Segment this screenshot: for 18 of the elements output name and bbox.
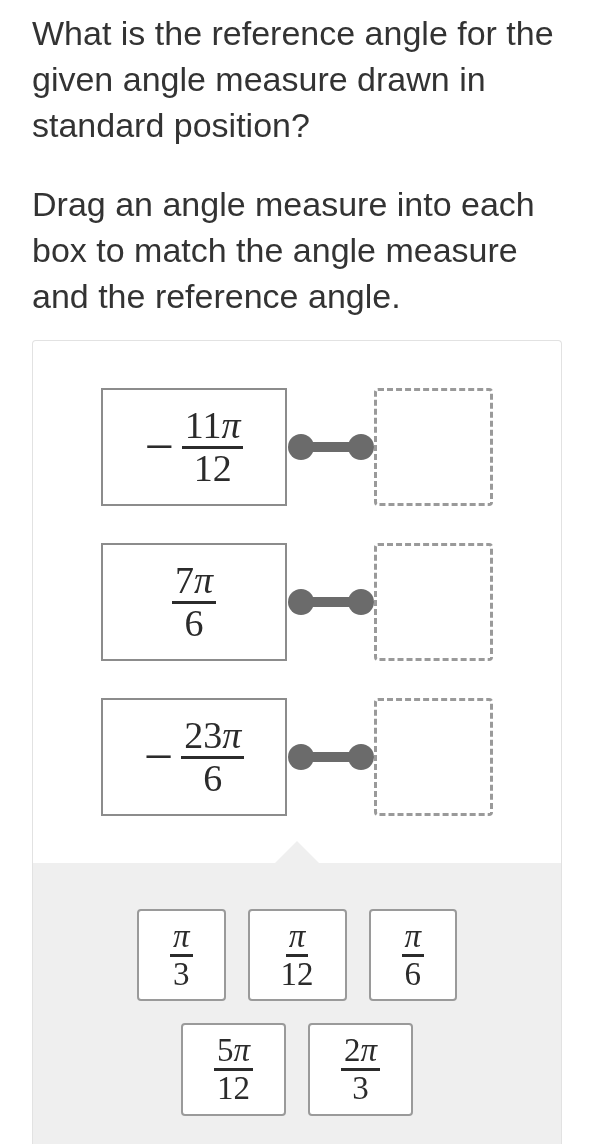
instruction-text: Drag an angle measure into each box to match the angle measure and the reference angle.	[32, 184, 536, 317]
answer-tile[interactable]: π 12	[247, 909, 347, 1002]
fraction-numerator: 7π	[171, 560, 216, 604]
fraction-denominator: 12	[193, 448, 232, 489]
answer-box[interactable]	[374, 698, 493, 816]
answer-tile[interactable]: 2π 3	[308, 1023, 414, 1116]
fraction-denominator: 6	[184, 603, 204, 644]
answer-box[interactable]	[374, 388, 493, 506]
question-text: What is the reference angle for the given angle measure drawn in standard position?	[32, 13, 555, 146]
answer-tile[interactable]: 5π 12	[180, 1023, 286, 1116]
minus-sign: −	[143, 731, 174, 783]
answer-tile[interactable]: π 6	[368, 909, 458, 1002]
fraction-numerator: 23π	[181, 715, 245, 759]
minus-sign: −	[144, 421, 174, 473]
fraction-numerator: 11π	[181, 405, 244, 449]
fraction-denominator: 6	[203, 758, 223, 799]
answer-box[interactable]	[374, 543, 493, 661]
answer-tile[interactable]: π 3	[136, 909, 226, 1002]
